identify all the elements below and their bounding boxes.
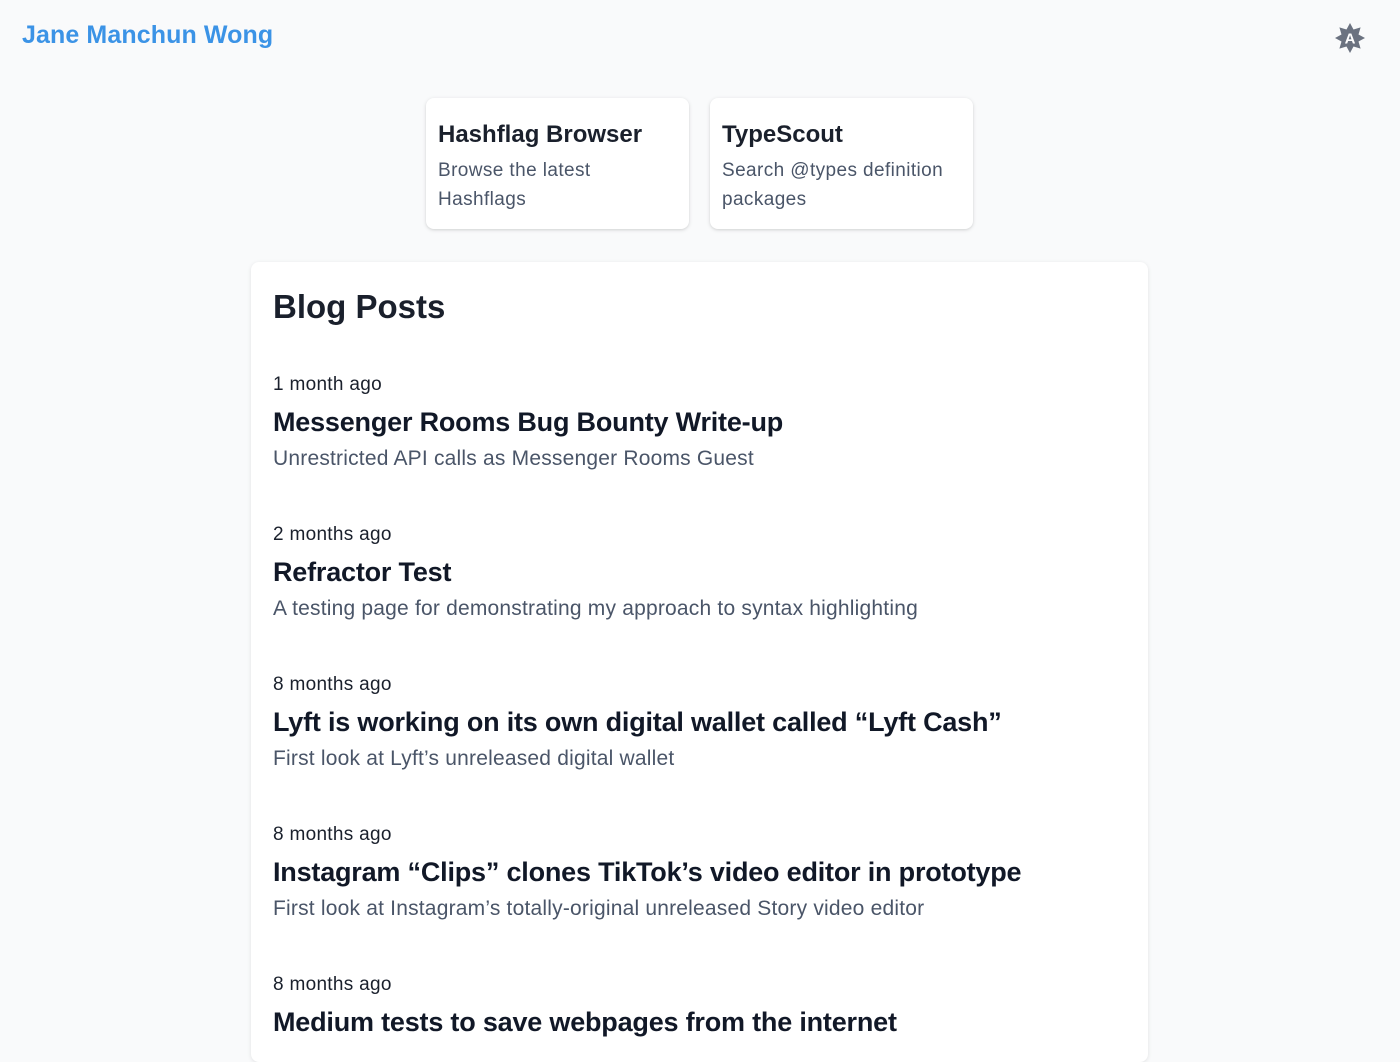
project-title: Hashflag Browser <box>438 121 643 148</box>
post-date: 8 months ago <box>273 974 392 995</box>
post-title[interactable]: Refractor Test <box>273 554 1133 590</box>
blog-post-item[interactable]: 8 months ago Instagram “Clips” clones Ti… <box>273 822 1133 924</box>
blog-heading: Blog Posts <box>273 288 446 325</box>
post-date: 1 month ago <box>273 374 382 395</box>
blog-post-item[interactable]: 2 months ago Refractor Test A testing pa… <box>273 522 1133 624</box>
blog-post-item[interactable]: 8 months ago Lyft is working on its own … <box>273 672 1133 774</box>
project-card-hashflag-browser[interactable]: Hashflag Browser Browse the latest Hashf… <box>426 98 689 229</box>
post-description: Unrestricted API calls as Messenger Room… <box>273 447 754 470</box>
post-description: A testing page for demonstrating my appr… <box>273 597 918 620</box>
post-date: 8 months ago <box>273 824 392 845</box>
blog-posts-panel: Blog Posts 1 month ago Messenger Rooms B… <box>251 262 1148 1062</box>
project-description: Browse the latest Hashflags <box>438 160 591 210</box>
site-header: Jane Manchun Wong A <box>0 0 1400 76</box>
post-description: First look at Instagram’s totally-origin… <box>273 897 925 920</box>
project-title: TypeScout <box>722 121 843 148</box>
project-card-typescout[interactable]: TypeScout Search @types definition packa… <box>710 98 973 229</box>
post-title[interactable]: Lyft is working on its own digital walle… <box>273 704 1133 740</box>
post-date: 8 months ago <box>273 674 392 695</box>
post-title[interactable]: Medium tests to save webpages from the i… <box>273 1004 1133 1040</box>
site-title-link[interactable]: Jane Manchun Wong <box>22 21 273 50</box>
post-title[interactable]: Instagram “Clips” clones TikTok’s video … <box>273 854 1133 890</box>
post-description: First look at Lyft’s unreleased digital … <box>273 747 675 770</box>
theme-toggle-icon: A <box>1335 23 1365 53</box>
theme-toggle-button[interactable]: A <box>1334 22 1366 54</box>
project-description: Search @types definition packages <box>722 160 944 210</box>
blog-post-item[interactable]: 8 months ago Medium tests to save webpag… <box>273 972 1133 1044</box>
theme-toggle-letter: A <box>1345 31 1356 48</box>
post-date: 2 months ago <box>273 524 392 545</box>
blog-post-item[interactable]: 1 month ago Messenger Rooms Bug Bounty W… <box>273 372 1133 474</box>
project-cards: Hashflag Browser Browse the latest Hashf… <box>426 98 973 229</box>
post-title[interactable]: Messenger Rooms Bug Bounty Write-up <box>273 404 1133 440</box>
